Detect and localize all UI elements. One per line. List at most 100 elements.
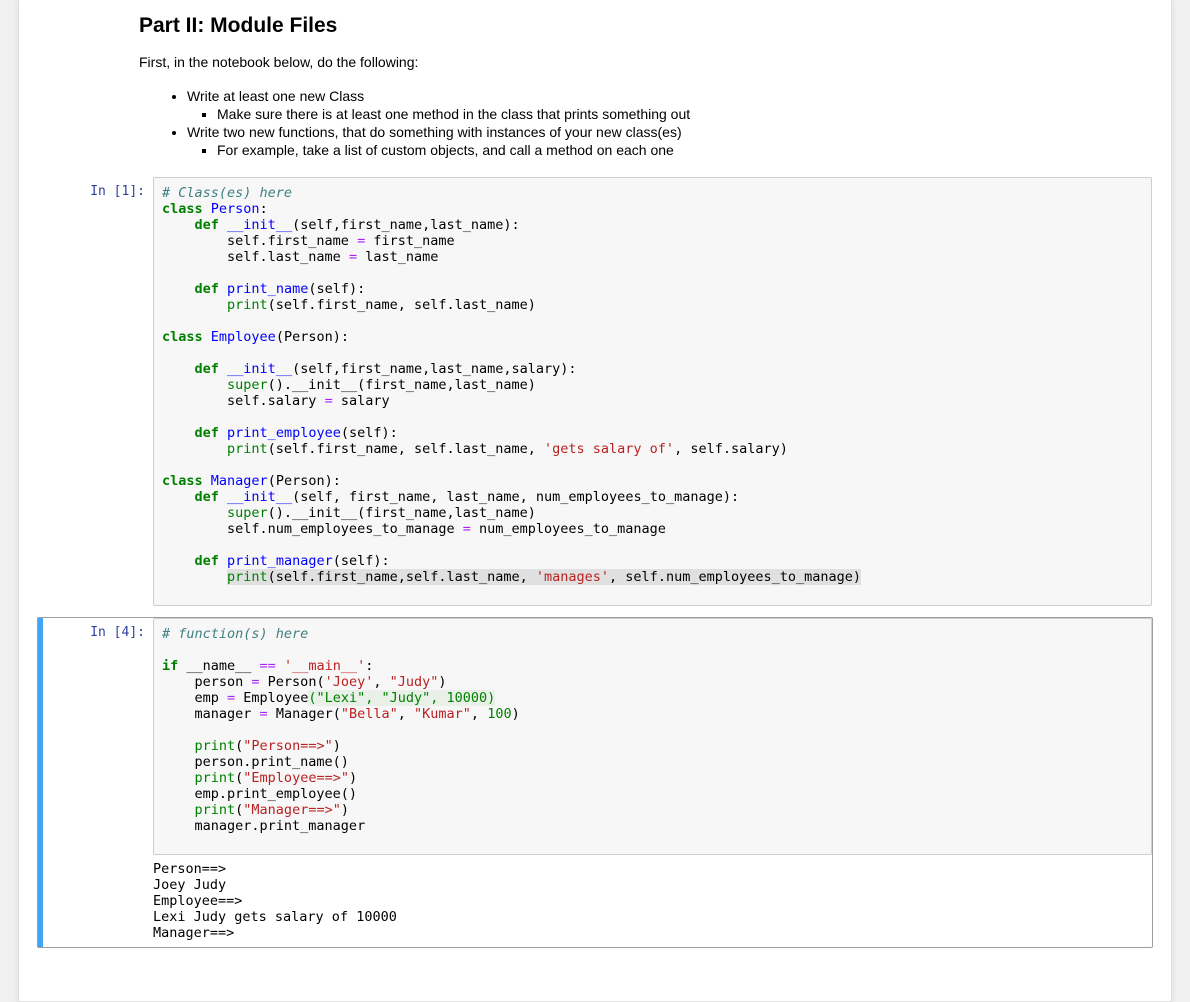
code-text: emp — [162, 690, 227, 706]
code-text: num_employees_to_manage — [471, 521, 666, 537]
string: "Kumar" — [414, 706, 471, 722]
input-prompt: In [4]: — [43, 618, 153, 947]
string: 'manages' — [536, 569, 609, 585]
builtin: super — [227, 505, 268, 521]
code-text: person — [162, 674, 251, 690]
code-text: first_name — [365, 233, 454, 249]
op: = — [349, 249, 357, 265]
code-text: (self.first_name,self.last_name, — [268, 569, 536, 585]
comment: # Class(es) here — [162, 185, 292, 201]
code-text: ) — [349, 770, 357, 786]
code-text: self.first_name — [162, 233, 357, 249]
instruction-list: Write at least one new Class Make sure t… — [139, 88, 1153, 158]
markdown-cell: Part II: Module Files First, in the note… — [19, 0, 1153, 166]
code-text: Manager( — [268, 706, 341, 722]
code-text: : — [365, 658, 373, 674]
code-text: , — [398, 706, 414, 722]
kw-def: def — [195, 361, 219, 377]
code-text: manager — [162, 706, 260, 722]
class-name: Person — [211, 201, 260, 217]
string: "Judy" — [390, 674, 439, 690]
op: = — [251, 674, 259, 690]
string: 'Joey' — [325, 674, 374, 690]
string: "Person==>" — [243, 738, 332, 754]
code-text: ("Lexi", "Judy", 10000) — [308, 690, 495, 706]
kw-if: if — [162, 658, 178, 674]
code-text: (self): — [341, 425, 398, 441]
code-text: (self.first_name, self.last_name, — [268, 441, 544, 457]
fn-name: __init__ — [227, 361, 292, 377]
kw-class: class — [162, 473, 203, 489]
code-text: ) — [512, 706, 520, 722]
op: = — [325, 393, 333, 409]
code-text: (self, first_name, last_name, num_employ… — [292, 489, 739, 505]
code-cell-2[interactable]: In [4]: # function(s) here if __name__ =… — [37, 617, 1153, 948]
kw-class: class — [162, 329, 203, 345]
fn-name: print_manager — [227, 553, 333, 569]
code-text: last_name — [357, 249, 438, 265]
builtin: print — [195, 738, 236, 754]
kw-def: def — [195, 217, 219, 233]
comment: # function(s) here — [162, 626, 308, 642]
code-text: salary — [333, 393, 390, 409]
op: = — [227, 690, 235, 706]
code-text: (self.first_name, self.last_name) — [268, 297, 536, 313]
builtin: print — [227, 569, 268, 585]
code-text: (Person): — [276, 329, 349, 345]
section-heading: Part II: Module Files — [139, 14, 1153, 38]
code-text: person.print_name() — [162, 754, 349, 770]
intro-text: First, in the notebook below, do the fol… — [139, 54, 1153, 70]
class-name: Manager — [211, 473, 268, 489]
kw-def: def — [195, 553, 219, 569]
code-text: manager.print_manager — [162, 818, 365, 834]
builtin: print — [227, 297, 268, 313]
code-text: , self.salary) — [674, 441, 788, 457]
code-text: self.last_name — [162, 249, 349, 265]
code-text: emp.print_employee() — [162, 786, 357, 802]
builtin: print — [195, 802, 236, 818]
kw-def: def — [195, 281, 219, 297]
fn-name: __init__ — [227, 489, 292, 505]
code-text: ) — [438, 674, 446, 690]
code-input[interactable]: # Class(es) here class Person: def __ini… — [153, 177, 1152, 606]
cell-output: Person==> Joey Judy Employee==> Lexi Jud… — [153, 855, 1152, 947]
code-cell-1[interactable]: In [1]: # Class(es) here class Person: d… — [37, 176, 1153, 607]
list-item: Write two new functions, that do somethi… — [187, 124, 1153, 158]
list-item: For example, take a list of custom objec… — [217, 142, 1153, 158]
op: = — [463, 521, 471, 537]
builtin: print — [227, 441, 268, 457]
code-text: , — [471, 706, 487, 722]
code-input[interactable]: # function(s) here if __name__ == '__mai… — [153, 618, 1152, 855]
builtin: super — [227, 377, 268, 393]
code-text: (self): — [308, 281, 365, 297]
code-text: ) — [333, 738, 341, 754]
code-text: , self.num_employees_to_manage) — [609, 569, 861, 585]
class-name: Employee — [211, 329, 276, 345]
notebook-container: Part II: Module Files First, in the note… — [18, 0, 1172, 1002]
code-text: (Person): — [268, 473, 341, 489]
code-text: __name__ — [178, 658, 259, 674]
code-text: Employee — [235, 690, 308, 706]
list-item: Make sure there is at least one method i… — [217, 106, 1153, 122]
code-text: (self,first_name,last_name): — [292, 217, 520, 233]
code-text: self.num_employees_to_manage — [162, 521, 463, 537]
number: 100 — [487, 706, 511, 722]
input-prompt: In [1]: — [43, 177, 153, 606]
list-item: Write at least one new Class Make sure t… — [187, 88, 1153, 122]
string: '__main__' — [276, 658, 365, 674]
string: "Bella" — [341, 706, 398, 722]
list-text: Write at least one new Class — [187, 88, 364, 104]
code-text: ().__init__(first_name,last_name) — [268, 377, 536, 393]
kw-def: def — [195, 489, 219, 505]
op: == — [260, 658, 276, 674]
kw-def: def — [195, 425, 219, 441]
builtin: print — [195, 770, 236, 786]
fn-name: print_employee — [227, 425, 341, 441]
list-text: Write two new functions, that do somethi… — [187, 124, 682, 140]
fn-name: __init__ — [227, 217, 292, 233]
string: "Employee==>" — [243, 770, 349, 786]
code-text: (self,first_name,last_name,salary): — [292, 361, 576, 377]
code-text: , — [373, 674, 389, 690]
code-text: (self): — [333, 553, 390, 569]
op: = — [357, 233, 365, 249]
